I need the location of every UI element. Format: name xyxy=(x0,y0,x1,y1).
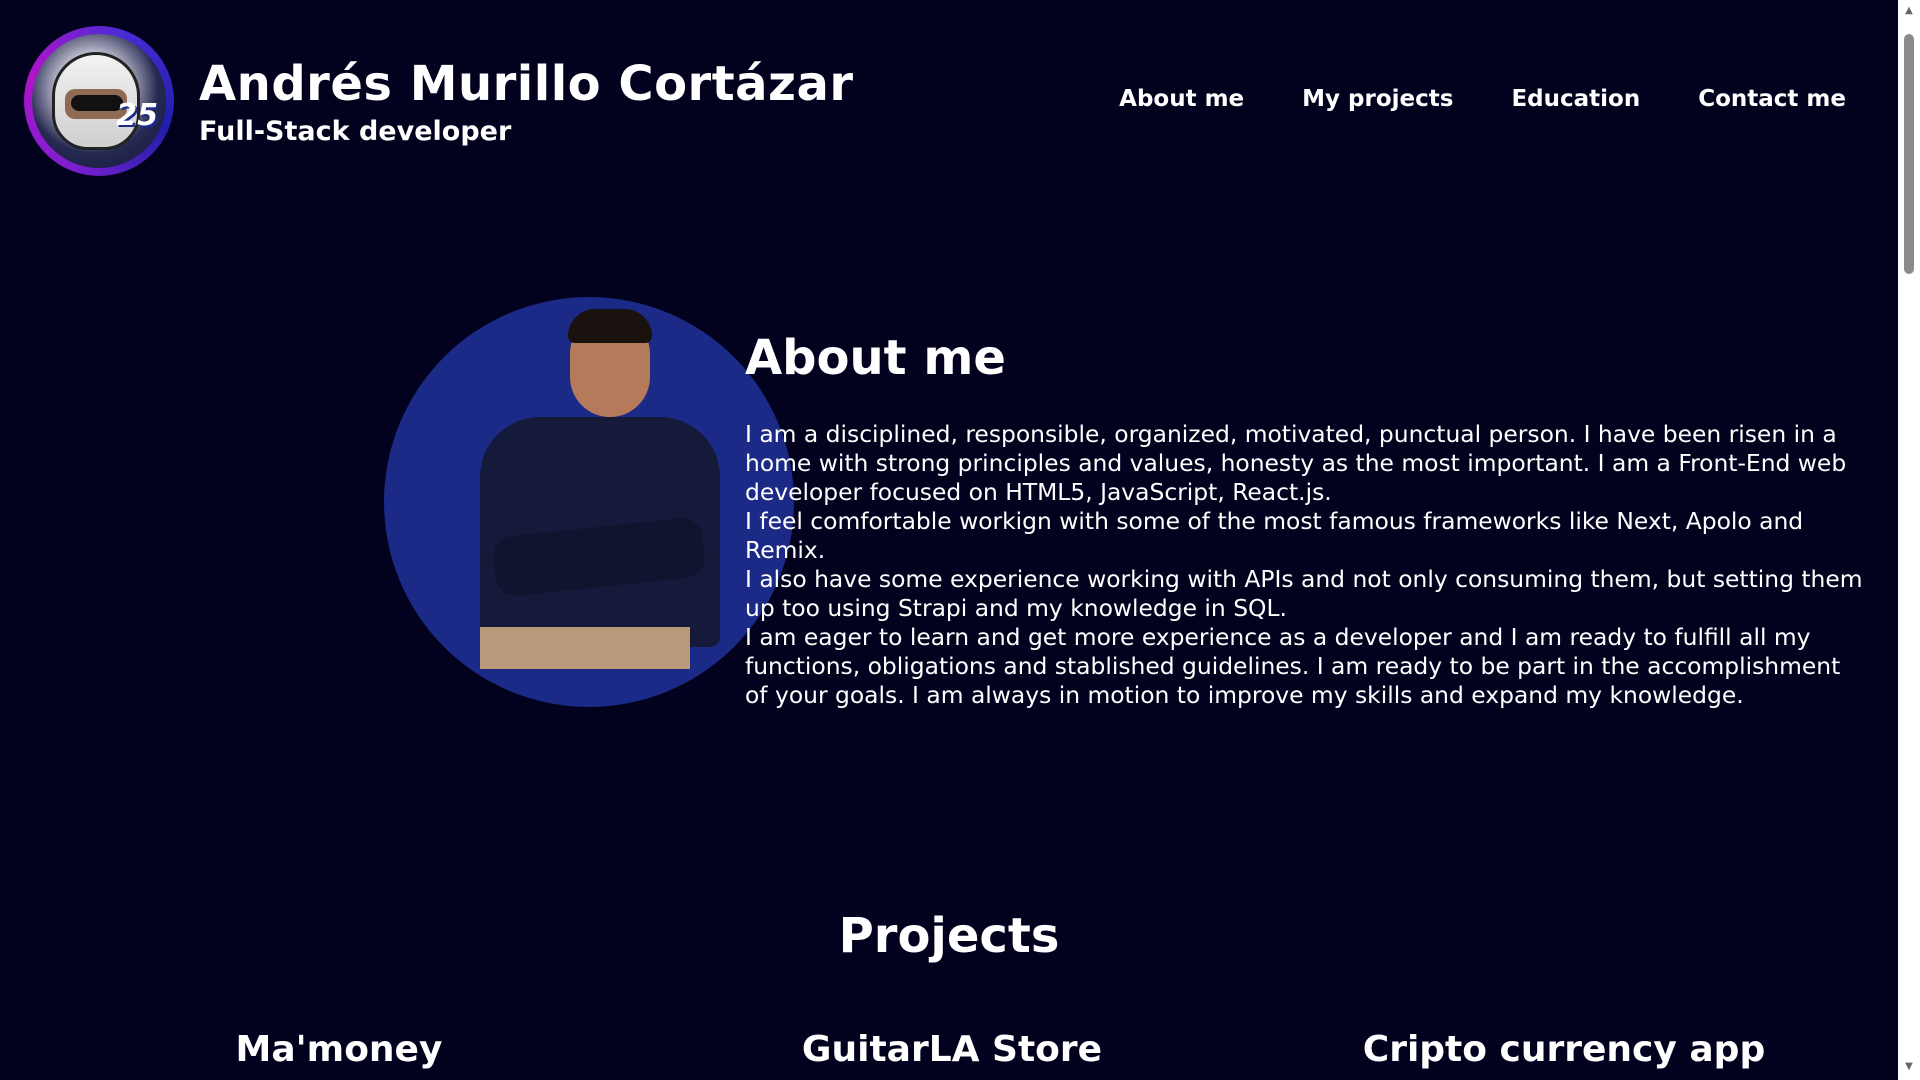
scroll-up-arrow-icon[interactable]: ▲ xyxy=(1902,6,1916,16)
site-subtitle: Full-Stack developer xyxy=(199,116,512,147)
helmet-avatar-image: 25 xyxy=(32,34,166,168)
nav-link-my-projects[interactable]: My projects xyxy=(1302,86,1453,112)
scroll-down-arrow-icon[interactable]: ▼ xyxy=(1902,1062,1916,1072)
avatar: 25 xyxy=(24,26,174,176)
site-title: Andrés Murillo Cortázar xyxy=(199,56,854,112)
about-paragraph: I am eager to learn and get more experie… xyxy=(745,623,1841,709)
avatar-badge-number: 25 xyxy=(116,98,158,133)
main-nav: About me My projects Education Contact m… xyxy=(1119,86,1846,112)
projects-heading: Projects xyxy=(838,908,1060,964)
project-title-cripto-currency-app[interactable]: Cripto currency app xyxy=(1363,1029,1765,1070)
nav-link-contact-me[interactable]: Contact me xyxy=(1698,86,1846,112)
profile-photo xyxy=(384,297,794,707)
about-heading: About me xyxy=(745,330,1006,386)
scrollbar-thumb[interactable] xyxy=(1904,34,1914,274)
nav-link-education[interactable]: Education xyxy=(1511,86,1640,112)
about-paragraph: I also have some experience working with… xyxy=(745,565,1863,622)
project-title-mamoney[interactable]: Ma'money xyxy=(236,1029,443,1070)
about-paragraph: I am a disciplined, responsible, organiz… xyxy=(745,420,1847,506)
project-title-guitarla-store[interactable]: GuitarLA Store xyxy=(802,1029,1102,1070)
about-description: I am a disciplined, responsible, organiz… xyxy=(745,420,1870,710)
nav-link-about-me[interactable]: About me xyxy=(1119,86,1244,112)
vertical-scrollbar[interactable]: ▲ ▼ xyxy=(1898,0,1920,1080)
portfolio-page: 25 Andrés Murillo Cortázar Full-Stack de… xyxy=(0,0,1920,1080)
about-paragraph: I feel comfortable workign with some of … xyxy=(745,507,1804,564)
